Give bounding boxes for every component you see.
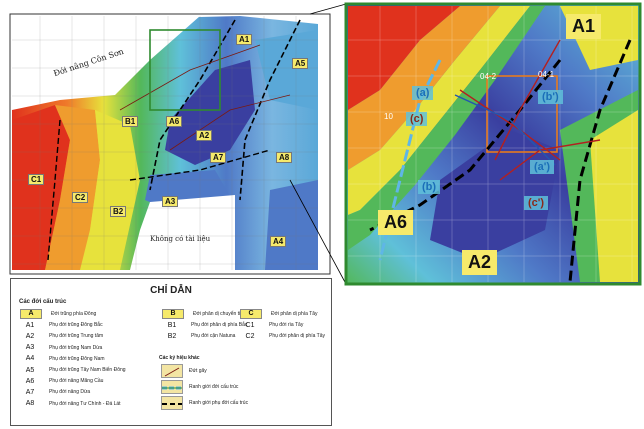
- legend-code: C1: [245, 321, 255, 329]
- legend-symbol-row: Đứt gãy: [161, 364, 207, 378]
- legend-code: C: [240, 309, 262, 319]
- legend-text: Phụ đới trũng Trung tâm: [49, 333, 104, 340]
- inset-marker: (b): [418, 180, 441, 194]
- legend-text: Phụ đới trũng Đông Nam: [49, 355, 105, 362]
- legend-row: A3 Phụ đới trũng Nam Dừa: [17, 343, 103, 353]
- zone-label-a7: A7: [210, 152, 227, 163]
- zone-label-a2: A2: [196, 130, 213, 141]
- zone-label-a3: A3: [162, 196, 179, 207]
- legend-text: Phụ đới cận Natuna: [191, 333, 236, 340]
- zone-label-a5: A5: [292, 58, 309, 69]
- legend-row: A6 Phụ đới nâng Mãng Cầu: [17, 376, 104, 386]
- connector-top: [309, 3, 347, 15]
- zone-label-b2: B2: [110, 206, 127, 217]
- fault-symbol-icon: [161, 364, 183, 378]
- legend: CHỈ DẪN Các đới cấu trúc A Đới trũng phía…: [10, 278, 332, 426]
- legend-row: A8 Phụ đới nâng Tư Chính - Đá Lát: [17, 399, 121, 409]
- legend-text: Phụ đới rìa Tây: [269, 322, 304, 329]
- zone-label-a6: A6: [166, 116, 183, 127]
- zone-label-a8: A8: [276, 152, 293, 163]
- legend-text: Phụ đới trũng Tây Nam Biển Đông: [49, 367, 126, 373]
- legend-row: C2 Phụ đới phân dị phía Tây: [237, 331, 326, 341]
- inset-zone-label-a6: A6: [378, 210, 414, 235]
- legend-symbol-text: Ranh giới phụ đới cấu trúc: [189, 400, 249, 406]
- legend-row: A7 Phụ đới nâng Dừa: [17, 387, 90, 397]
- figure: Đới nâng Côn Sơn Không có tài liệu A1 A5 B…: [0, 0, 644, 429]
- legend-structures-title: Các đới cấu trúc: [19, 299, 67, 305]
- zone-label-a1: A1: [236, 34, 253, 45]
- legend-symbols-title: Các ký hiệu khác: [159, 355, 200, 361]
- inset-zone-label-a1: A1: [566, 14, 602, 39]
- legend-text: Phụ đới trũng Nam Dừa: [49, 344, 103, 351]
- legend-row: A2 Phụ đới trũng Trung tâm: [17, 331, 103, 341]
- zone-label-a4: A4: [270, 236, 287, 247]
- legend-code: A1: [25, 321, 35, 329]
- legend-text: Phụ đới nâng Tư Chính - Đá Lát: [49, 400, 121, 407]
- legend-code: A5: [25, 366, 35, 374]
- legend-row: B2 Phụ đới cận Natuna: [159, 331, 236, 341]
- zone-label-b1: B1: [122, 116, 139, 127]
- inset-block-label: 04-2: [480, 72, 497, 81]
- legend-title: CHỈ DẪN: [150, 285, 192, 296]
- inset-marker: (a'): [530, 160, 555, 174]
- inset-marker: (c): [406, 112, 428, 126]
- legend-row: A5 Phụ đới trũng Tây Nam Biển Đông: [17, 365, 126, 375]
- inset-marker: (a): [412, 86, 434, 100]
- inset-zone-label-a2: A2: [462, 250, 498, 275]
- legend-code: A: [20, 309, 42, 319]
- inset-marker: (b'): [538, 90, 563, 104]
- legend-row: B Đới phân dị chuyển tiếp: [159, 309, 246, 319]
- legend-row: B1 Phụ đới phân dị phía Bắc: [159, 320, 248, 330]
- legend-code: A8: [25, 400, 35, 408]
- legend-text: Phụ đới phân dị phía Tây: [269, 333, 326, 340]
- legend-row: A Đới trũng phía Đông: [17, 309, 96, 319]
- legend-text: Phụ đới nâng Mãng Cầu: [49, 378, 104, 385]
- legend-row: A1 Phụ đới trũng Đông Bắc: [17, 320, 103, 330]
- legend-code: B2: [167, 332, 177, 340]
- legend-code: A7: [25, 388, 35, 396]
- legend-row: C1 Phụ đới rìa Tây: [237, 320, 304, 330]
- inset-block-label: 10: [384, 112, 393, 121]
- legend-code: A2: [25, 332, 35, 340]
- inset-block-label: 04-1: [538, 70, 555, 79]
- legend-code: B: [162, 309, 184, 319]
- legend-row: A4 Phụ đới trũng Đông Nam: [17, 354, 105, 364]
- legend-text: Phụ đới trũng Đông Bắc: [49, 322, 103, 329]
- legend-symbol-text: Ranh giới đới cấu trúc: [189, 384, 239, 390]
- legend-symbol-text: Đứt gãy: [189, 368, 207, 374]
- legend-code: A6: [25, 377, 35, 385]
- legend-row: C Đới phân dị phía Tây: [237, 309, 318, 319]
- label-khong-co: Không có tài liệu: [150, 235, 211, 243]
- legend-code: C2: [245, 332, 255, 340]
- legend-text: Phụ đới nâng Dừa: [49, 389, 91, 396]
- zone-label-c1: C1: [28, 174, 45, 185]
- legend-symbol-row: Ranh giới đới cấu trúc: [161, 380, 239, 394]
- legend-code: B1: [167, 321, 177, 329]
- east-trough: [265, 180, 318, 270]
- legend-text: Đới trũng phía Đông: [51, 311, 97, 317]
- inset-marker: (c'): [524, 196, 549, 210]
- zone-symbol-icon: [161, 380, 183, 394]
- legend-code: A3: [25, 344, 35, 352]
- legend-symbol-row: Ranh giới phụ đới cấu trúc: [161, 396, 249, 410]
- zone-label-c2: C2: [72, 192, 89, 203]
- legend-text: Đới phân dị phía Tây: [271, 311, 318, 317]
- subzone-symbol-icon: [161, 396, 183, 410]
- legend-code: A4: [25, 355, 35, 363]
